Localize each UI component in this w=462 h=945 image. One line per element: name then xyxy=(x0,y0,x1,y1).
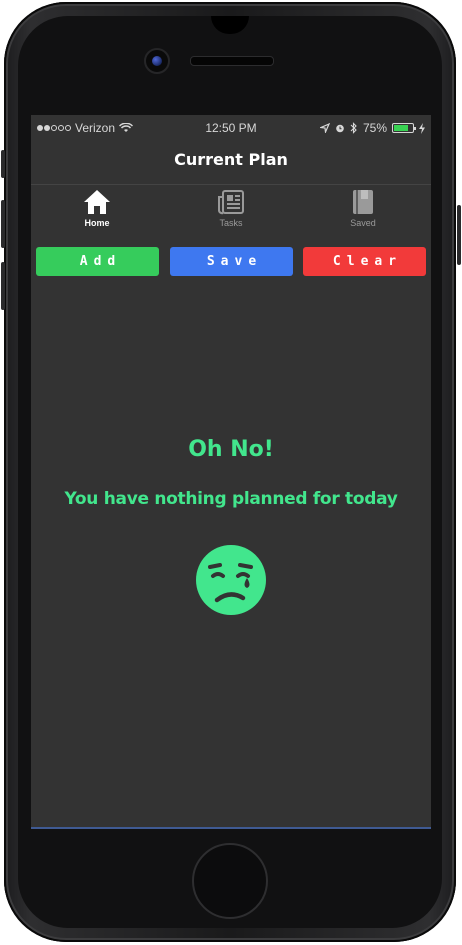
front-camera xyxy=(144,48,170,74)
bluetooth-icon xyxy=(350,122,357,134)
newspaper-icon xyxy=(218,190,244,215)
tab-tasks-label: Tasks xyxy=(219,218,243,228)
status-bar: Verizon 12:50 PM 75% xyxy=(31,115,431,141)
tab-bar: Home Tasks Saved xyxy=(31,185,431,237)
phone-side-button xyxy=(1,150,5,178)
empty-state-message: You have nothing planned for today xyxy=(64,489,398,509)
tab-tasks[interactable]: Tasks xyxy=(191,189,271,228)
save-button[interactable]: Save xyxy=(170,247,293,276)
phone-home-button[interactable] xyxy=(192,843,268,919)
screen-bottom-edge xyxy=(31,827,431,829)
tab-saved-label: Saved xyxy=(350,218,376,228)
app-screen: Verizon 12:50 PM 75% Current Plan Home T… xyxy=(31,115,431,828)
phone-volume-down xyxy=(1,262,5,310)
earpiece-speaker xyxy=(190,56,274,66)
page-title: Current Plan xyxy=(174,150,288,169)
battery-icon xyxy=(392,123,416,133)
charging-bolt-icon xyxy=(419,122,425,134)
sad-face-icon xyxy=(196,545,266,615)
add-button[interactable]: Add xyxy=(36,247,159,276)
phone-volume-up xyxy=(1,200,5,248)
home-icon xyxy=(84,190,110,214)
clear-button[interactable]: Clear xyxy=(303,247,426,276)
location-arrow-icon xyxy=(319,123,330,133)
battery-percent: 75% xyxy=(362,121,387,135)
phone-power-button xyxy=(457,205,461,265)
book-icon xyxy=(353,190,373,214)
nav-bar: Current Plan xyxy=(31,141,431,185)
tab-home[interactable]: Home xyxy=(57,189,137,228)
tab-home-label: Home xyxy=(84,218,110,228)
empty-state-title: Oh No! xyxy=(188,437,274,462)
alarm-icon xyxy=(336,124,344,133)
tab-saved[interactable]: Saved xyxy=(323,189,403,228)
